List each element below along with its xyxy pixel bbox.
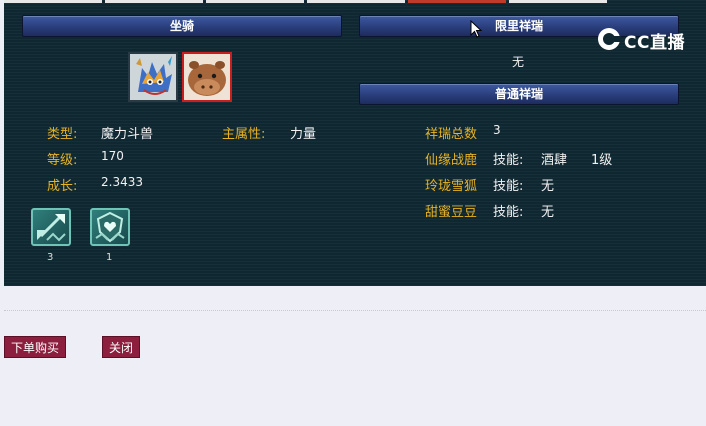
limited-auspicious-value: 无 [512, 55, 525, 69]
auspicious-1-skill-label: 技能: [493, 153, 524, 168]
auspicious-3-skill-value: 无 [541, 205, 555, 220]
shield-heart-skill-icon[interactable] [90, 208, 130, 246]
main-attr-label: 主属性: [222, 127, 266, 142]
arrow-skill-icon[interactable] [31, 208, 71, 246]
buy-button[interactable]: 下单购买 [4, 336, 66, 358]
tab-5-active[interactable] [408, 0, 506, 3]
auspicious-total-value: 3 [493, 123, 501, 137]
tab-6[interactable] [509, 0, 607, 3]
type-value: 魔力斗兽 [101, 127, 154, 142]
watermark-text: CC直播 [624, 33, 685, 53]
skill-1-count: 3 [47, 252, 54, 263]
main-attr-value: 力量 [290, 127, 317, 142]
level-value: 170 [101, 149, 124, 163]
auspicious-2-skill-value: 无 [541, 179, 555, 194]
auspicious-2-skill-label: 技能: [493, 179, 524, 194]
cc-logo-icon [598, 28, 621, 50]
mount-section-bar: 坐骑 [22, 15, 342, 37]
tab-2[interactable] [105, 0, 203, 3]
tab-1[interactable] [4, 0, 102, 3]
close-button[interactable]: 关闭 [102, 336, 140, 358]
auspicious-1-skill-value: 酒肆 [541, 153, 568, 168]
tab-4[interactable] [307, 0, 405, 3]
cc-live-watermark: CC直播 [596, 26, 690, 53]
tab-3[interactable] [206, 0, 304, 3]
skill-2-count: 1 [106, 252, 113, 263]
auspicious-total-label: 祥瑞总数 [425, 127, 478, 142]
hippo-mount-portrait-icon[interactable] [182, 52, 232, 102]
type-label: 类型: [47, 127, 78, 142]
divider [4, 310, 706, 311]
game-panel: 坐骑 类型: 魔力斗兽 主属性: 力量 等级: 170 成长: 2.3433 3… [4, 0, 706, 286]
auspicious-1-skill-level: 1级 [591, 153, 613, 168]
auspicious-3-name: 甜蜜豆豆 [425, 205, 478, 220]
dragon-mount-portrait-icon[interactable] [128, 52, 178, 102]
mouse-pointer-icon [470, 20, 482, 38]
growth-label: 成长: [47, 179, 78, 194]
auspicious-2-name: 玲珑雪狐 [425, 179, 478, 194]
tab-strip [4, 0, 706, 3]
normal-auspicious-bar: 普通祥瑞 [359, 83, 679, 105]
level-label: 等级: [47, 153, 78, 168]
auspicious-3-skill-label: 技能: [493, 205, 524, 220]
auspicious-1-name: 仙缘战鹿 [425, 153, 478, 168]
growth-value: 2.3433 [101, 175, 143, 189]
